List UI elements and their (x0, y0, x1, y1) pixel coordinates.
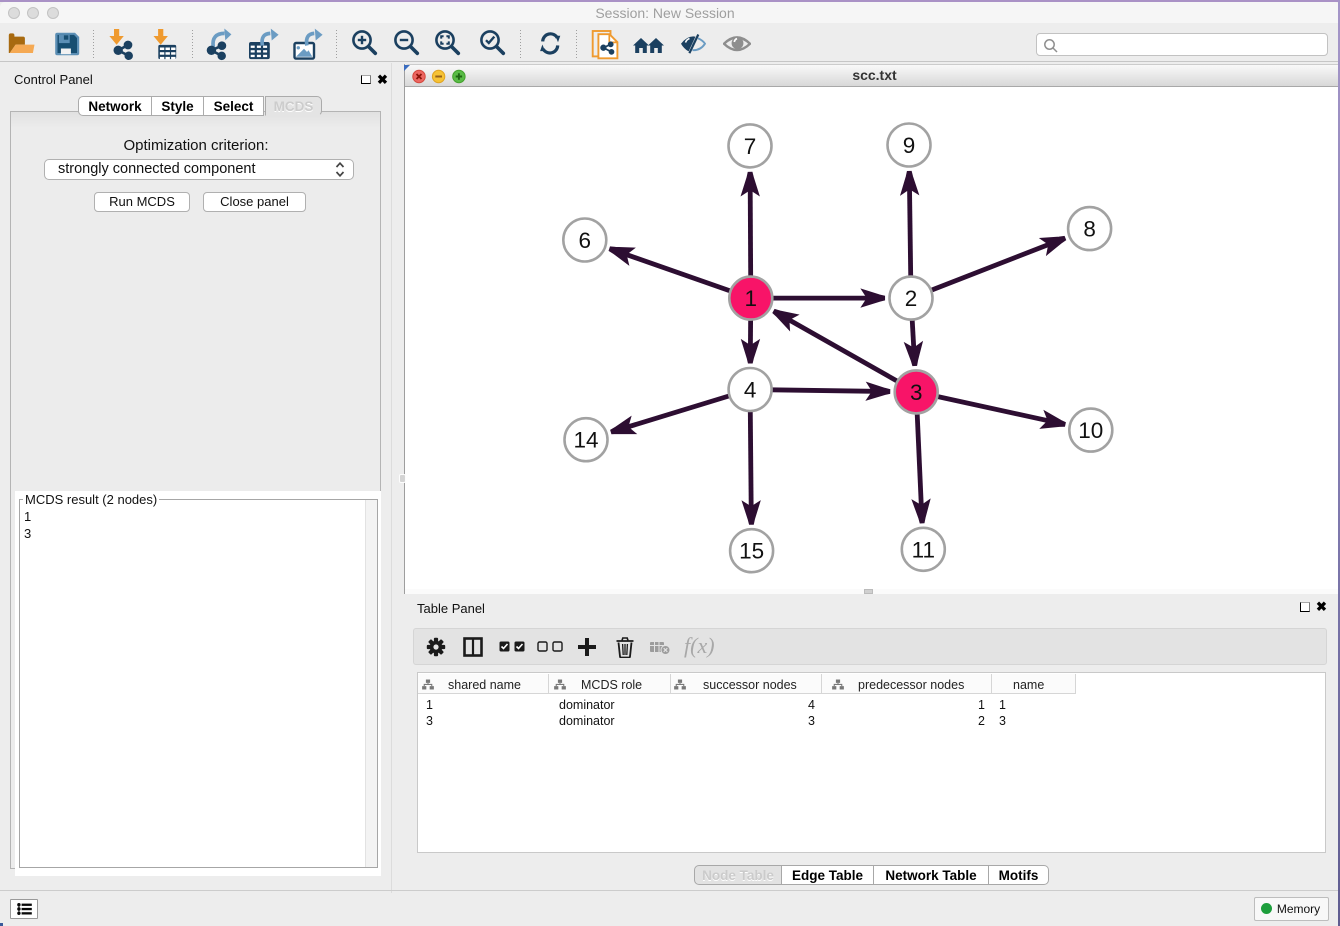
svg-text:2: 2 (905, 286, 918, 311)
svg-text:7: 7 (744, 133, 757, 158)
svg-text:14: 14 (573, 427, 598, 452)
svg-text:11: 11 (912, 537, 935, 562)
svg-text:3: 3 (910, 379, 923, 404)
svg-text:1: 1 (745, 286, 758, 311)
svg-text:15: 15 (739, 538, 764, 563)
svg-text:4: 4 (744, 377, 757, 402)
svg-text:6: 6 (579, 228, 592, 253)
svg-text:10: 10 (1078, 418, 1103, 443)
svg-text:8: 8 (1083, 216, 1096, 241)
svg-text:9: 9 (903, 133, 916, 158)
